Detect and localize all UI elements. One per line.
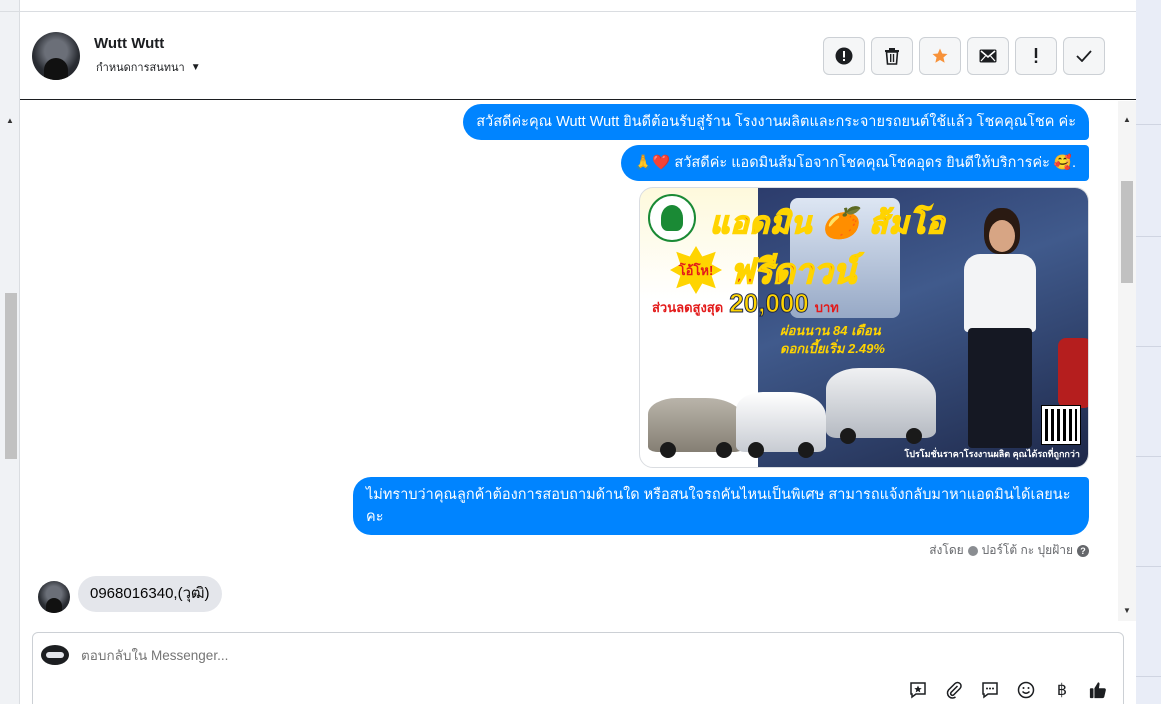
emoji-icon[interactable] (1017, 681, 1035, 699)
thread-scrollbar-thumb[interactable] (1121, 181, 1133, 283)
payment-baht-icon[interactable]: ฿ (1053, 681, 1071, 699)
dealer-logo (648, 194, 696, 242)
caret-down-icon: ▼ (190, 61, 201, 73)
contact-avatar[interactable] (32, 32, 80, 80)
contact-avatar-small[interactable] (38, 581, 70, 613)
mark-unread-button[interactable] (967, 37, 1009, 75)
sent-by-name[interactable]: ปอร์โต้ กะ ปุยฝ้าย (982, 541, 1073, 560)
mark-spam-button[interactable] (823, 37, 865, 75)
scroll-up-arrow-icon[interactable]: ▲ (6, 116, 14, 125)
composer-toolbar: ฿ (909, 681, 1107, 699)
alert-circle-icon (835, 47, 853, 65)
sedan-car-graphic (648, 398, 744, 458)
mark-done-button[interactable] (1063, 37, 1105, 75)
star-button[interactable] (919, 37, 961, 75)
promo-badge-text: โอ้โห! (678, 262, 714, 278)
promo-discount-label: ส่วนลดสูงสุด (652, 300, 724, 315)
reply-input[interactable] (81, 648, 681, 663)
promo-image-attachment[interactable]: แอดมิน 🍊 ส้มโอ โอ้โห! ฟรีดาวน์ ส่วนลดสูง… (639, 187, 1089, 468)
qr-code (1041, 405, 1081, 445)
flag-follow-up-button[interactable] (1015, 37, 1057, 75)
checkmark-icon (1076, 50, 1092, 62)
sender-status-icon (967, 545, 978, 556)
chat-bubble-icon[interactable] (981, 681, 999, 699)
sent-by-prefix: ส่งโดย (929, 543, 964, 557)
outgoing-message[interactable]: ไม่ทราบว่าคุณลูกค้าต้องการสอบถามด้านใด ห… (353, 477, 1089, 535)
trash-icon (885, 48, 899, 65)
saved-reply-icon[interactable] (909, 681, 927, 699)
help-icon[interactable]: ? (1077, 544, 1089, 557)
sent-by-info: ส่งโดย ปอร์โต้ กะ ปุยฝ้าย ? (929, 541, 1089, 560)
conversation-actions (823, 37, 1105, 75)
exclamation-icon (1034, 48, 1038, 63)
reply-composer: ฿ (32, 632, 1124, 704)
car-seat-graphic (1058, 338, 1088, 408)
outgoing-message[interactable]: 🙏❤️ สวัสดีค่ะ แอดมินส้มโอจากโชคคุณโชคอุด… (621, 145, 1089, 181)
promo-title: แอดมิน 🍊 ส้มโอ (709, 206, 946, 241)
promo-discount-amount: 20,000 (729, 288, 810, 319)
page-avatar (41, 645, 69, 665)
conversation-settings-dropdown[interactable]: กำหนดการสนทนา ▼ (96, 58, 201, 76)
scroll-up-arrow-icon[interactable]: ▲ (1123, 115, 1131, 124)
conversation-header: Wutt Wutt กำหนดการสนทนา ▼ (20, 12, 1136, 100)
promo-discount-unit: บาท (814, 300, 839, 315)
contact-name[interactable]: Wutt Wutt (94, 35, 164, 52)
left-panel-edge: ▲ (0, 0, 20, 704)
incoming-message[interactable]: 0968016340,(วุฒิ) (78, 576, 222, 612)
left-scrollbar-thumb[interactable] (5, 293, 17, 459)
outgoing-message[interactable]: สวัสดีค่ะคุณ Wutt Wutt ยินดีต้อนรับสู่ร้… (463, 104, 1089, 140)
thumbs-up-icon[interactable] (1089, 681, 1107, 699)
attachment-icon[interactable] (945, 681, 963, 699)
thread-scrollbar[interactable]: ▲ ▼ (1118, 101, 1136, 621)
scroll-down-arrow-icon[interactable]: ▼ (1123, 606, 1131, 615)
promo-starburst-badge: โอ้โห! (670, 246, 722, 294)
conversation-settings-label: กำหนดการสนทนา (96, 62, 185, 74)
promo-discount: ส่วนลดสูงสุด 20,000 บาท (652, 288, 839, 319)
cargo-pickup-graphic (826, 368, 936, 444)
right-panel-edge (1136, 0, 1161, 704)
envelope-icon (979, 49, 997, 63)
star-icon (932, 48, 948, 63)
promo-footer: โปรโมชั่นราคาโรงงานผลิต คุณได้รถที่ถูกกว… (904, 449, 1080, 459)
delete-button[interactable] (871, 37, 913, 75)
promo-interest: ดอกเบี้ยเริ่ม 2.49% (780, 341, 885, 356)
message-thread: สวัสดีค่ะคุณ Wutt Wutt ยินดีต้อนรับสู่ร้… (20, 101, 1118, 621)
admin-photo (958, 208, 1042, 458)
pickup-car-graphic (736, 392, 826, 458)
